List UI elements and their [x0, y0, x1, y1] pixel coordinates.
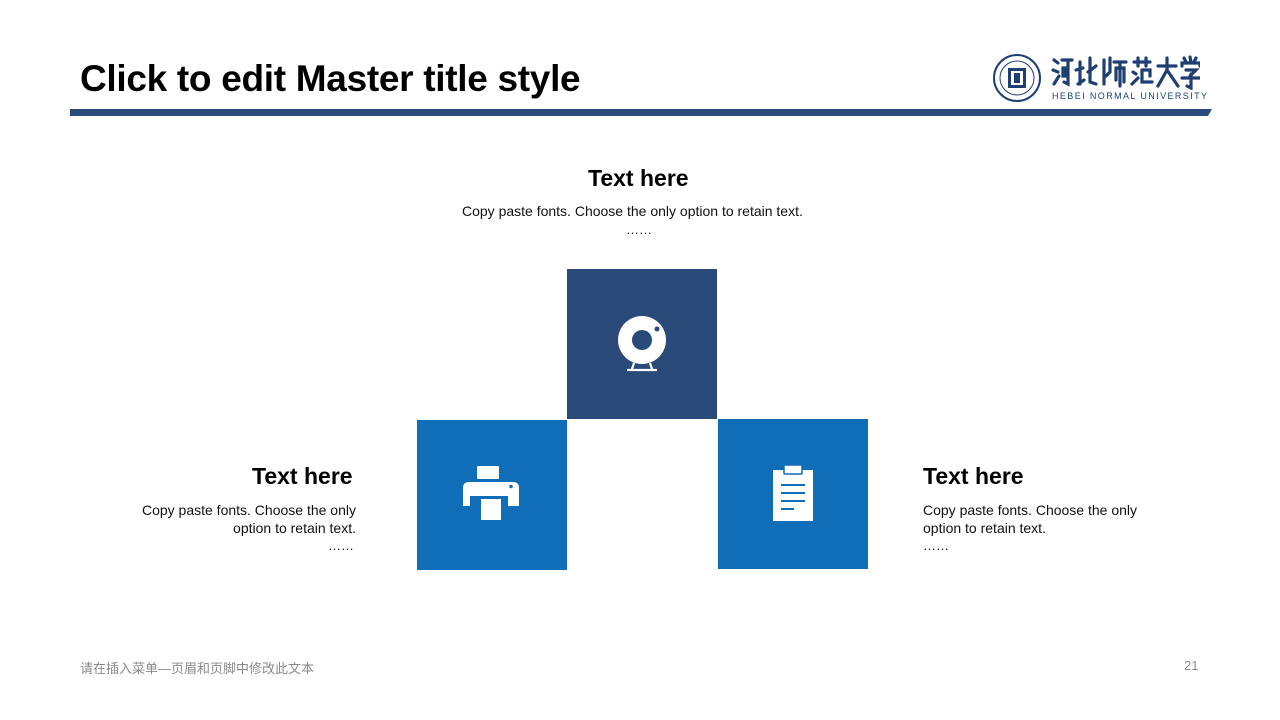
- university-name-english: HEBEI NORMAL UNIVERSITY: [1052, 91, 1209, 101]
- university-name-calligraphy: [1051, 55, 1200, 90]
- top-heading[interactable]: Text here: [588, 165, 689, 192]
- slide-title[interactable]: Click to edit Master title style: [80, 58, 581, 100]
- title-bar-tip: [1206, 109, 1212, 116]
- clipboard-icon: [773, 464, 813, 521]
- top-body-text[interactable]: Copy paste fonts. Choose the only option…: [462, 202, 803, 220]
- left-body-line-1: Copy paste fonts. Choose the only: [141, 502, 356, 518]
- title-underline-bar: [70, 109, 1206, 116]
- left-ellipsis: ……: [328, 538, 354, 553]
- university-logo: HEBEI NORMAL UNIVERSITY: [992, 52, 1207, 104]
- right-body-text[interactable]: Copy paste fonts. Choose the only option…: [923, 501, 1163, 537]
- right-body-line-1: Copy paste fonts. Choose the only: [923, 502, 1138, 518]
- university-seal-icon: [993, 54, 1041, 102]
- right-body-line-2: option to retain text.: [923, 520, 1046, 536]
- printer-icon: [463, 466, 519, 520]
- page-number[interactable]: 21: [1184, 658, 1198, 673]
- printer-tile[interactable]: [417, 420, 567, 570]
- right-heading[interactable]: Text here: [923, 463, 1024, 490]
- webcam-icon: [618, 316, 666, 372]
- left-heading[interactable]: Text here: [252, 463, 353, 490]
- left-body-text[interactable]: Copy paste fonts. Choose the only option…: [120, 501, 356, 537]
- left-body-line-2: option to retain text.: [233, 520, 356, 536]
- right-ellipsis: ……: [923, 538, 949, 553]
- clipboard-tile[interactable]: [718, 419, 868, 569]
- top-ellipsis: ……: [626, 222, 652, 237]
- footer-text[interactable]: 请在插入菜单—页眉和页脚中修改此文本: [80, 658, 314, 677]
- webcam-tile[interactable]: [567, 269, 717, 419]
